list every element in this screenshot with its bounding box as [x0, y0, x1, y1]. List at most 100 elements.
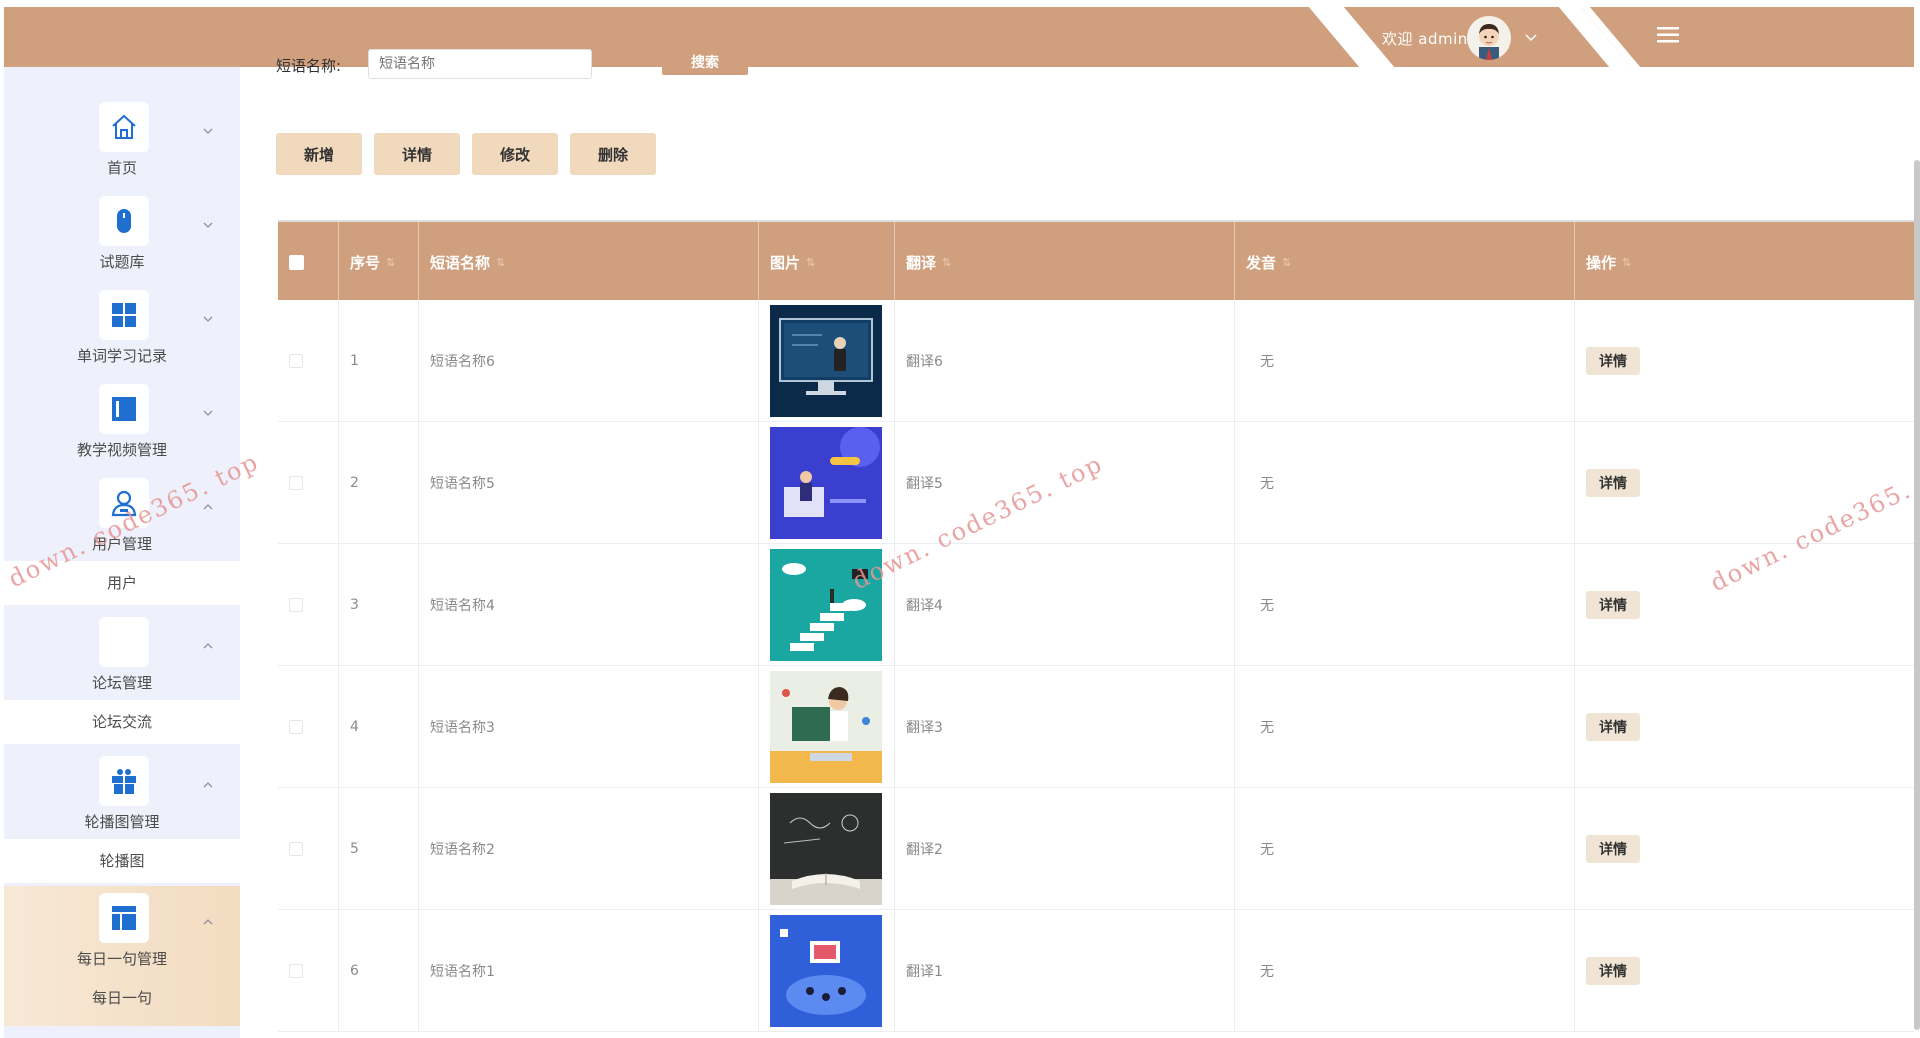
detail-button[interactable]: 详情: [374, 133, 460, 175]
icon-box: [99, 384, 149, 434]
panel-icon: [112, 397, 136, 421]
row-detail-button[interactable]: 详情: [1586, 713, 1640, 741]
header-audio[interactable]: 发音 ⇅: [1235, 222, 1575, 302]
cell-image: [759, 910, 895, 1032]
cell-index: 4: [339, 666, 419, 788]
table-row[interactable]: 5 短语名称2 翻译2 无 详情: [278, 788, 1914, 910]
table-row[interactable]: 1 短语名称6 翻译6 无 详情: [278, 300, 1914, 422]
table-row[interactable]: 3 短语名称4 翻译4 无 详情: [278, 544, 1914, 666]
cell-audio: 无: [1235, 544, 1575, 666]
row-checkbox[interactable]: [289, 842, 303, 856]
sidebar-item-video-management[interactable]: 教学视频管理: [4, 377, 240, 471]
chevron-up-icon: [203, 643, 213, 649]
audio-value: 无: [1260, 842, 1274, 858]
cell-name: 短语名称3: [419, 666, 759, 788]
sidebar-item-carousel-management[interactable]: 轮播图管理: [4, 749, 240, 843]
cell-translation: 翻译3: [895, 666, 1235, 788]
select-all-checkbox[interactable]: [289, 255, 304, 270]
cell-audio: 无: [1235, 788, 1575, 910]
layout-icon: [112, 906, 136, 930]
row-select: [278, 910, 339, 1032]
cell-ops: 详情: [1575, 300, 1914, 422]
sidebar-item-label: 论坛管理: [91, 674, 152, 692]
chevron-down-icon: [203, 410, 213, 416]
sort-icon[interactable]: ⇅: [386, 256, 395, 269]
page-scrollbar[interactable]: [1914, 160, 1920, 1030]
cell-name: 短语名称2: [419, 788, 759, 910]
cell-index: 1: [339, 300, 419, 422]
thumbnail-book-chalkboard[interactable]: [770, 793, 882, 905]
row-checkbox[interactable]: [289, 720, 303, 734]
delete-button[interactable]: 删除: [570, 133, 656, 175]
cell-image: [759, 788, 895, 910]
sidebar-subitem-daily-sentence[interactable]: 每日一句: [4, 976, 240, 1020]
cell-name: 短语名称1: [419, 910, 759, 1032]
row-checkbox[interactable]: [289, 964, 303, 978]
header-select-all: [278, 222, 339, 302]
sidebar-item-daily-sentence-management[interactable]: 每日一句管理: [4, 886, 240, 980]
cell-ops: 详情: [1575, 910, 1914, 1032]
table-row[interactable]: 2 短语名称5 翻译5 无 详情: [278, 422, 1914, 544]
thumbnail-blue-learning[interactable]: [770, 915, 882, 1027]
avatar[interactable]: [1467, 16, 1511, 60]
audio-value: 无: [1260, 476, 1274, 492]
header-ops: 操作 ⇅: [1575, 222, 1914, 302]
thumbnail-classroom-monitor[interactable]: [770, 305, 882, 417]
table-header: 序号 ⇅ 短语名称 ⇅ 图片 ⇅ 翻译 ⇅ 发音 ⇅ 操作 ⇅: [278, 220, 1914, 302]
blank-icon: [99, 617, 149, 667]
sort-icon[interactable]: ⇅: [1282, 256, 1291, 269]
cell-audio: 无: [1235, 666, 1575, 788]
header-label: 序号: [350, 253, 381, 272]
sidebar-item-question-bank[interactable]: 试题库: [4, 189, 240, 283]
row-checkbox[interactable]: [289, 598, 303, 612]
chevron-down-icon: [203, 128, 213, 134]
row-detail-button[interactable]: 详情: [1586, 347, 1640, 375]
sidebar-item-forum-management[interactable]: 论坛管理: [4, 610, 240, 704]
row-detail-button[interactable]: 详情: [1586, 957, 1640, 985]
cell-image: [759, 300, 895, 422]
header-translation[interactable]: 翻译 ⇅: [895, 222, 1235, 302]
sort-icon[interactable]: ⇅: [1622, 256, 1631, 269]
row-detail-button[interactable]: 详情: [1586, 591, 1640, 619]
cell-ops: 详情: [1575, 788, 1914, 910]
sort-icon[interactable]: ⇅: [496, 256, 505, 269]
sidebar-item-home[interactable]: 首页: [4, 95, 240, 189]
sidebar-item-label: 试题库: [99, 253, 145, 271]
chevron-up-icon: [203, 782, 213, 788]
search-input[interactable]: [368, 49, 592, 79]
row-checkbox[interactable]: [289, 354, 303, 368]
row-detail-button[interactable]: 详情: [1586, 835, 1640, 863]
add-button[interactable]: 新增: [276, 133, 362, 175]
cell-name: 短语名称5: [419, 422, 759, 544]
cell-translation: 翻译1: [895, 910, 1235, 1032]
header-image[interactable]: 图片 ⇅: [759, 222, 895, 302]
menu-toggle-icon[interactable]: [1657, 25, 1679, 45]
header-index[interactable]: 序号 ⇅: [339, 222, 419, 302]
table-row[interactable]: 6 短语名称1 翻译1 无 详情: [278, 910, 1914, 1032]
header-name[interactable]: 短语名称 ⇅: [419, 222, 759, 302]
cell-index: 3: [339, 544, 419, 666]
thumbnail-study-purple[interactable]: [770, 427, 882, 539]
welcome-text: 欢迎 admin: [1382, 30, 1468, 48]
table-row[interactable]: 4 短语名称3 翻译3 无 详情: [278, 666, 1914, 788]
cell-audio: 无: [1235, 910, 1575, 1032]
gift-icon: [112, 769, 136, 794]
row-checkbox[interactable]: [289, 476, 303, 490]
row-select: [278, 300, 339, 422]
row-select: [278, 422, 339, 544]
sort-icon[interactable]: ⇅: [942, 256, 951, 269]
chevron-down-icon[interactable]: [1524, 31, 1538, 45]
cell-audio: 无: [1235, 300, 1575, 422]
audio-value: 无: [1260, 964, 1274, 980]
cell-name: 短语名称6: [419, 300, 759, 422]
search-button[interactable]: 搜索: [662, 49, 748, 75]
sidebar-subitem-carousel[interactable]: 轮播图: [4, 839, 240, 883]
avatar-face-icon: [1467, 16, 1511, 60]
thumbnail-teacher-board[interactable]: [770, 671, 882, 783]
sort-icon[interactable]: ⇅: [806, 256, 815, 269]
edit-button[interactable]: 修改: [472, 133, 558, 175]
row-detail-button[interactable]: 详情: [1586, 469, 1640, 497]
sidebar-subitem-forum[interactable]: 论坛交流: [4, 700, 240, 744]
sidebar-item-word-records[interactable]: 单词学习记录: [4, 283, 240, 377]
chevron-up-icon: [203, 504, 213, 510]
